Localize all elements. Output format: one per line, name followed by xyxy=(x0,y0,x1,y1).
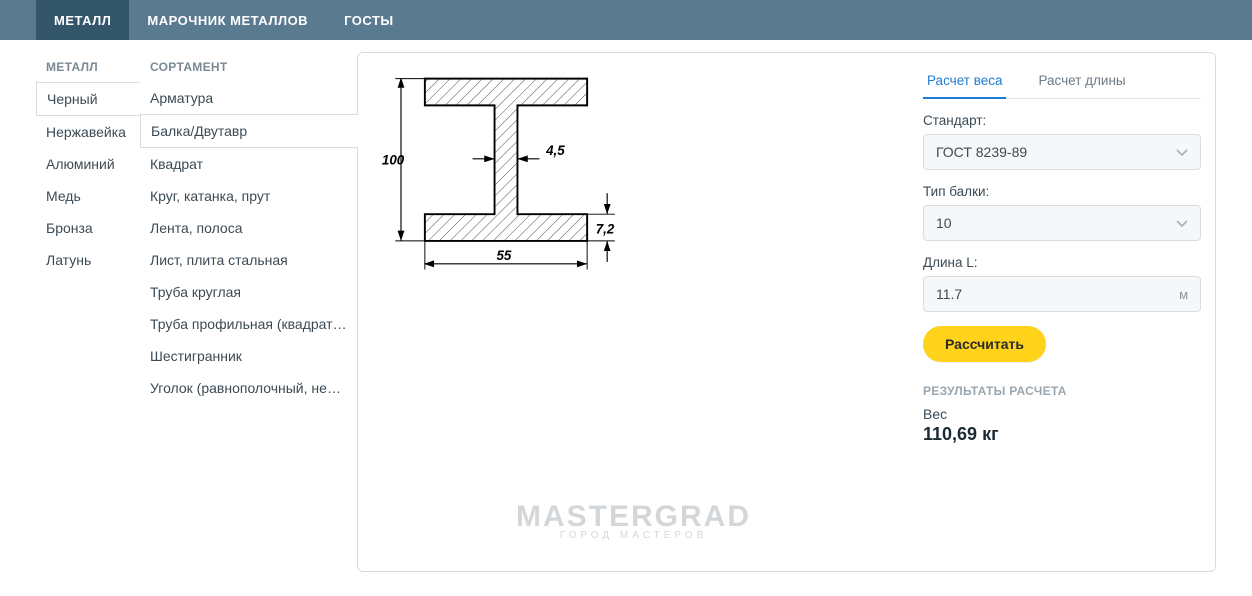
chevron-down-icon xyxy=(1176,215,1188,231)
length-unit: м xyxy=(1179,287,1188,302)
sort-item-truba-krug[interactable]: Труба круглая xyxy=(140,276,358,308)
sort-item-truba-prof[interactable]: Труба профильная (квадратная /… xyxy=(140,308,358,340)
metal-item-aluminiy[interactable]: Алюминий xyxy=(36,148,140,180)
top-nav: МЕТАЛЛ МАРОЧНИК МЕТАЛЛОВ ГОСТЫ xyxy=(0,0,1252,40)
sort-item-balka[interactable]: Балка/Двутавр xyxy=(140,114,358,148)
sort-item-ugolok[interactable]: Уголок (равнополочный, неравн… xyxy=(140,372,358,404)
metal-item-med[interactable]: Медь xyxy=(36,180,140,212)
top-tab-gosty[interactable]: ГОСТЫ xyxy=(326,0,412,40)
standard-label: Стандарт: xyxy=(923,113,1201,128)
dim-height: 100 xyxy=(382,153,405,168)
diagram-area: 100 55 4,5 7,2 xyxy=(358,53,909,571)
form-tabs: Расчет веса Расчет длины xyxy=(923,65,1201,99)
metal-item-latun[interactable]: Латунь xyxy=(36,244,140,276)
beam-diagram: 100 55 4,5 7,2 xyxy=(376,71,636,281)
sort-item-shestigrannik[interactable]: Шестигранник xyxy=(140,340,358,372)
form-panel: Расчет веса Расчет длины Стандарт: ГОСТ … xyxy=(909,53,1215,571)
length-input-wrap[interactable]: м xyxy=(923,276,1201,312)
top-tab-marochnik[interactable]: МАРОЧНИК МЕТАЛЛОВ xyxy=(129,0,326,40)
tab-weight[interactable]: Расчет веса xyxy=(923,65,1006,98)
chevron-down-icon xyxy=(1176,144,1188,160)
content-card: 100 55 4,5 7,2 xyxy=(357,52,1216,572)
watermark-title: MASTERGRAD xyxy=(516,500,751,534)
top-tab-metal[interactable]: МЕТАЛЛ xyxy=(36,0,129,40)
main-area: МЕТАЛЛ Черный Нержавейка Алюминий Медь Б… xyxy=(0,40,1252,596)
dim-flange: 7,2 xyxy=(596,221,615,236)
tab-length[interactable]: Расчет длины xyxy=(1034,65,1129,98)
watermark: MASTERGRAD ГОРОД МАСТЕРОВ xyxy=(516,500,751,541)
result-value: 110,69 кг xyxy=(923,424,1201,445)
result-label: Вес xyxy=(923,406,1201,422)
type-value: 10 xyxy=(936,215,952,231)
metal-item-nerzhaveika[interactable]: Нержавейка xyxy=(36,116,140,148)
watermark-subtitle: ГОРОД МАСТЕРОВ xyxy=(516,530,751,541)
metal-item-bronza[interactable]: Бронза xyxy=(36,212,140,244)
sort-item-armatura[interactable]: Арматура xyxy=(140,82,358,114)
dim-web: 4,5 xyxy=(545,143,565,158)
dim-width: 55 xyxy=(496,248,511,263)
sort-item-lenta[interactable]: Лента, полоса xyxy=(140,212,358,244)
sort-item-kvadrat[interactable]: Квадрат xyxy=(140,148,358,180)
sortament-column: СОРТАМЕНТ Арматура Балка/Двутавр Квадрат… xyxy=(140,52,358,572)
metal-column: МЕТАЛЛ Черный Нержавейка Алюминий Медь Б… xyxy=(36,52,140,572)
type-label: Тип балки: xyxy=(923,184,1201,199)
metal-header: МЕТАЛЛ xyxy=(36,52,140,82)
metal-item-cherny[interactable]: Черный xyxy=(36,82,140,116)
length-input[interactable] xyxy=(936,286,1179,302)
standard-select[interactable]: ГОСТ 8239-89 xyxy=(923,134,1201,170)
sort-item-list[interactable]: Лист, плита стальная xyxy=(140,244,358,276)
content-wrap: 100 55 4,5 7,2 xyxy=(357,52,1216,572)
sortament-header: СОРТАМЕНТ xyxy=(140,52,358,82)
sort-item-krug[interactable]: Круг, катанка, прут xyxy=(140,180,358,212)
standard-value: ГОСТ 8239-89 xyxy=(936,144,1027,160)
calculate-button[interactable]: Рассчитать xyxy=(923,326,1046,362)
type-select[interactable]: 10 xyxy=(923,205,1201,241)
results-header: РЕЗУЛЬТАТЫ РАСЧЕТА xyxy=(923,384,1201,398)
length-label: Длина L: xyxy=(923,255,1201,270)
